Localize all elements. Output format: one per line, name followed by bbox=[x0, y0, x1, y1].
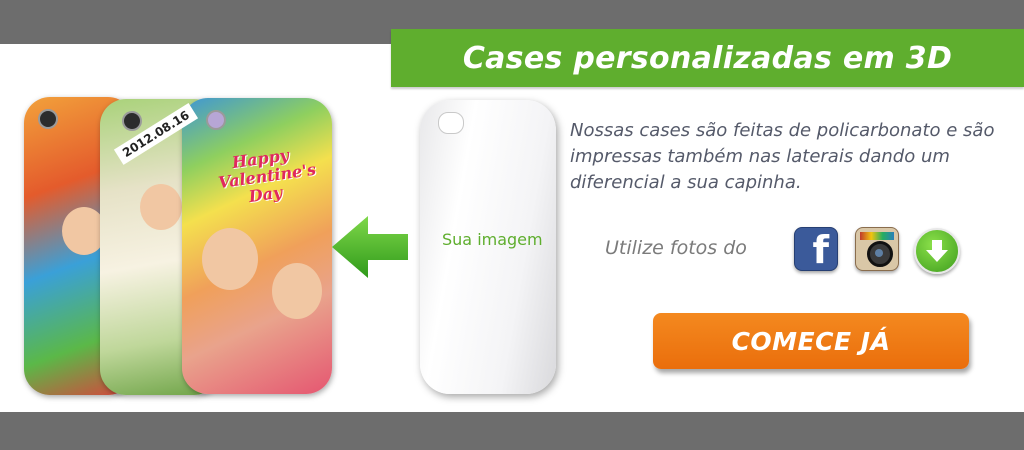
couple-face-image bbox=[272, 263, 322, 319]
camera-hole-icon bbox=[38, 109, 58, 129]
camera-hole-icon bbox=[438, 112, 464, 134]
download-icon[interactable] bbox=[914, 228, 960, 274]
instagram-icon[interactable] bbox=[855, 227, 899, 271]
facebook-icon[interactable]: f bbox=[794, 227, 838, 272]
bride-face-image bbox=[140, 184, 182, 230]
left-arrow-icon bbox=[330, 212, 410, 282]
camera-hole-icon bbox=[206, 110, 226, 130]
photo-sources-label: Utilize fotos do bbox=[605, 237, 747, 259]
camera-hole-icon bbox=[122, 111, 142, 131]
title-banner: Cases personalizadas em 3D bbox=[391, 29, 1024, 87]
example-cases: 2012.08.16 Happy Valentine's Day bbox=[22, 95, 332, 405]
example-case-valentine-photo bbox=[182, 98, 332, 394]
bottom-frame-bar bbox=[0, 412, 1024, 450]
start-now-button[interactable]: COMECE JÁ bbox=[653, 313, 969, 369]
blank-case-label: Sua imagem bbox=[442, 230, 543, 249]
blank-case: Sua imagem bbox=[420, 100, 556, 394]
couple-face-image bbox=[202, 228, 258, 290]
description-text: Nossas cases são feitas de policarbonato… bbox=[570, 120, 995, 193]
page-title: Cases personalizadas em 3D bbox=[462, 40, 953, 76]
